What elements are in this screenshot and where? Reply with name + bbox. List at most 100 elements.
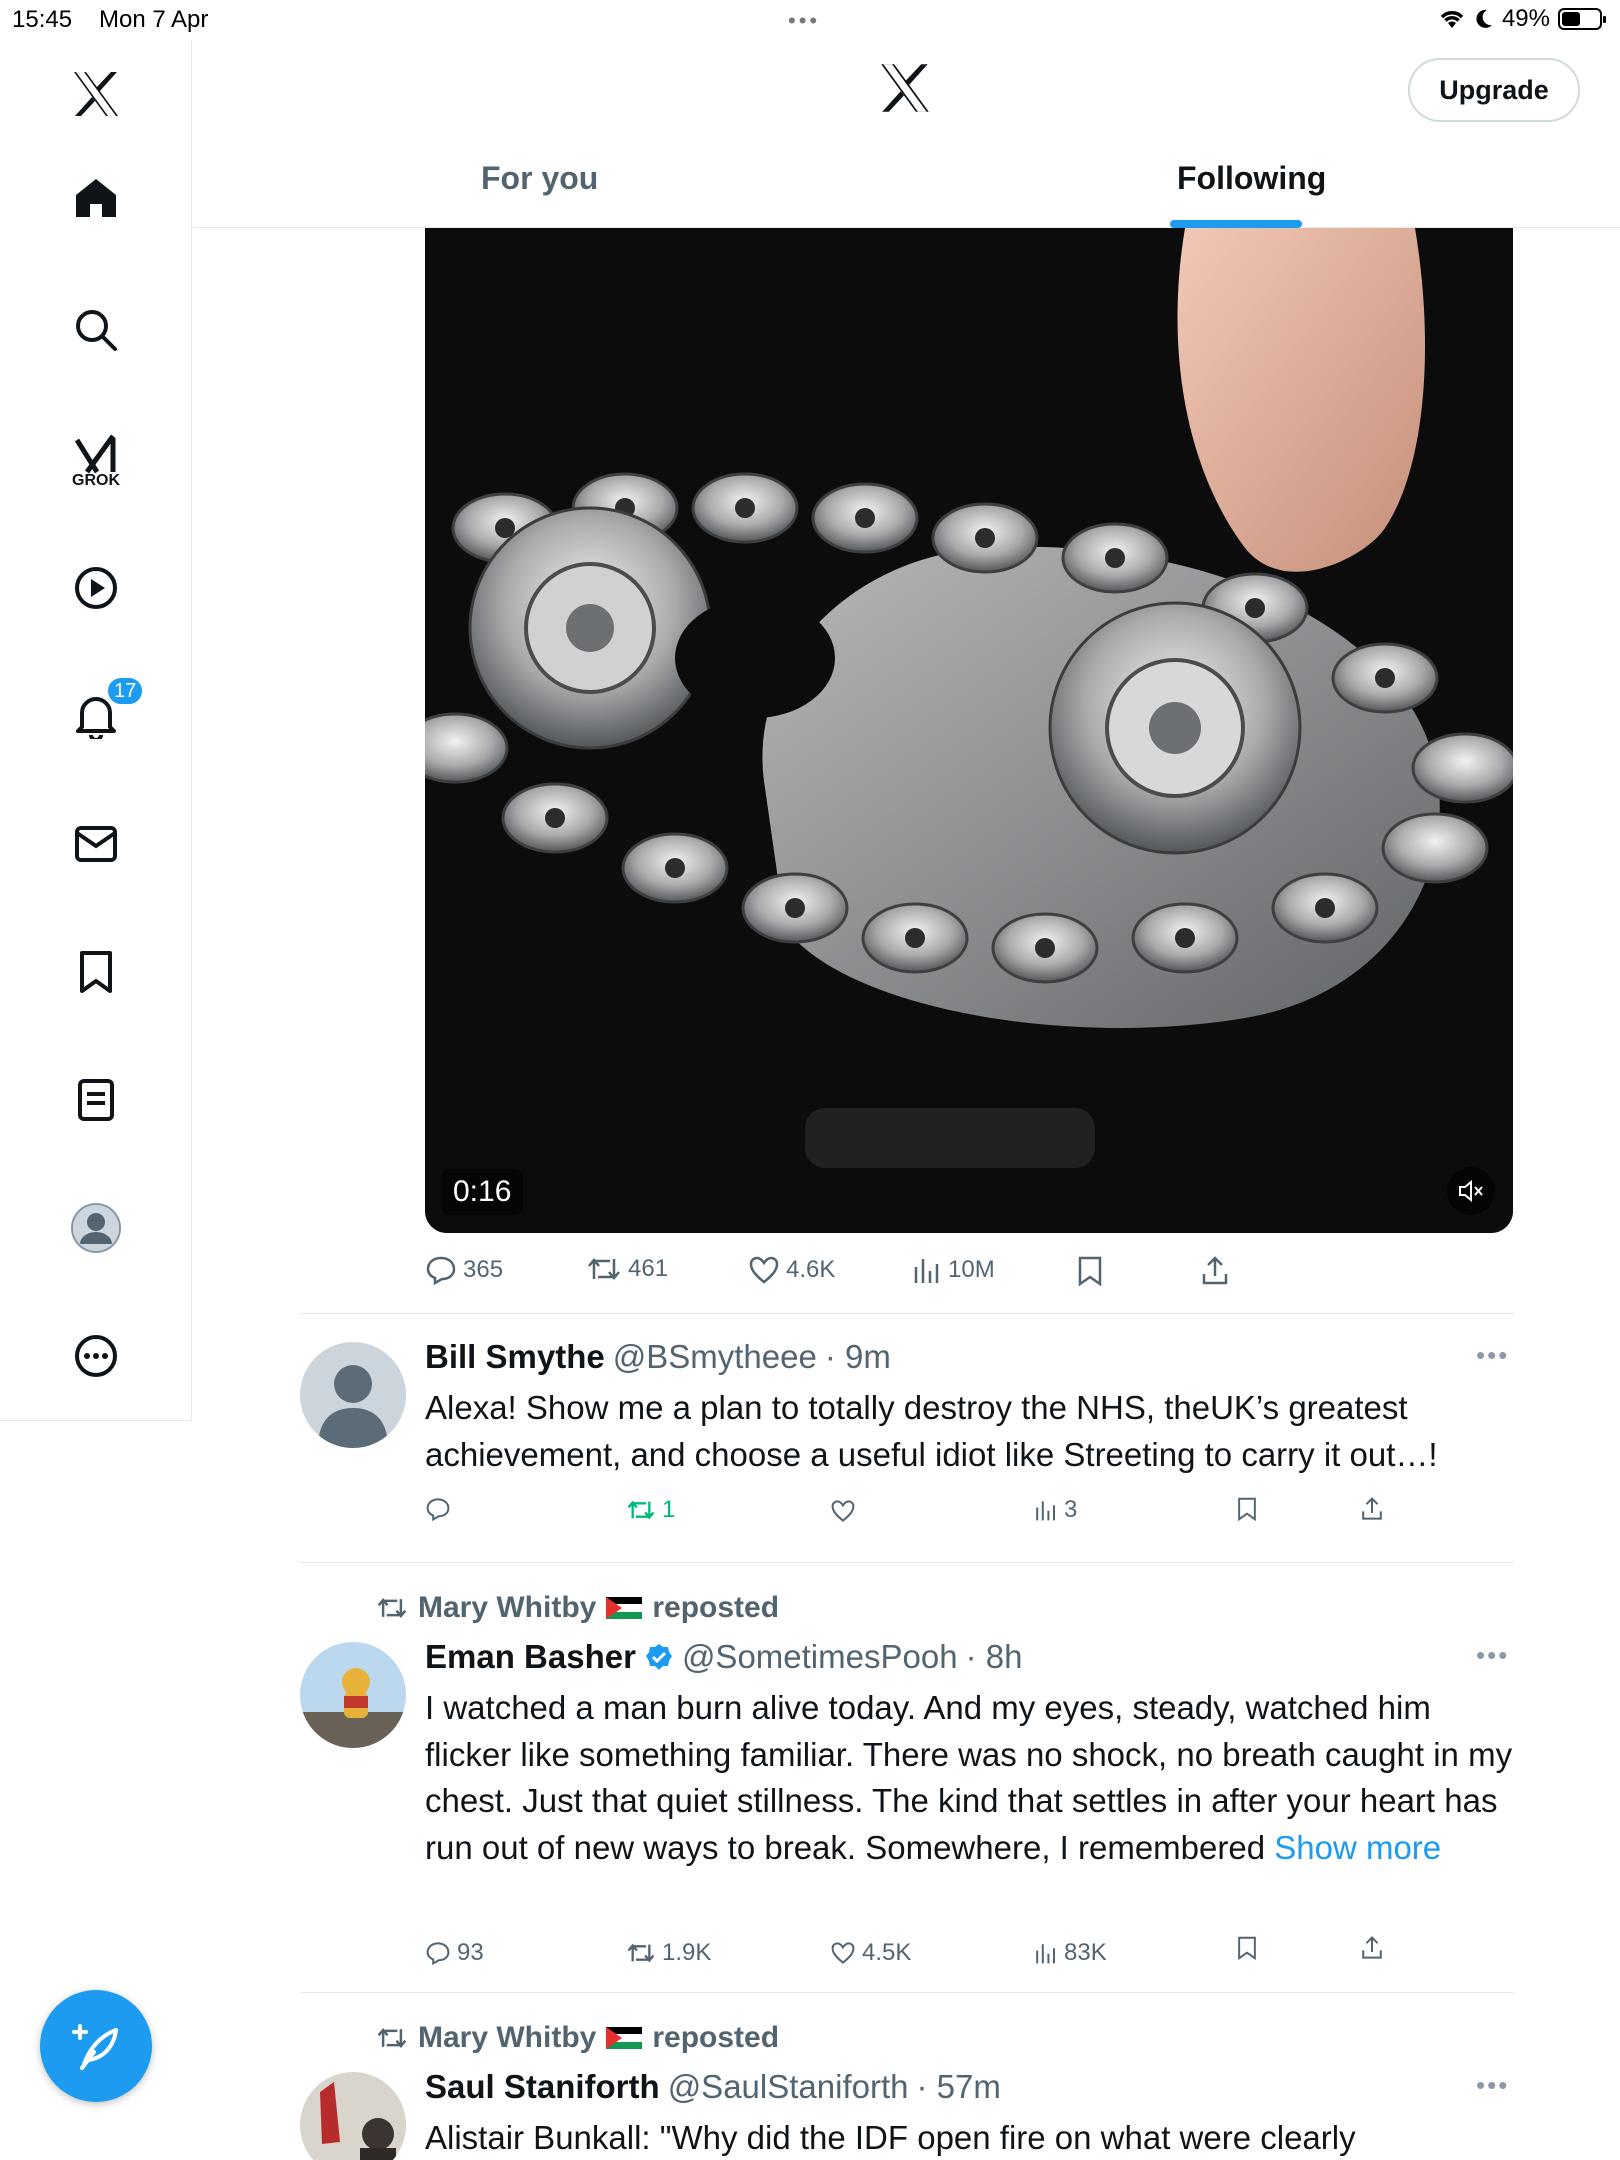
author-handle[interactable]: @SometimesPooh — [682, 1638, 958, 1676]
repost-count: 461 — [628, 1255, 669, 1282]
upgrade-button[interactable]: Upgrade — [1408, 58, 1580, 122]
battery-percent: 49% — [1501, 5, 1550, 32]
repost-attribution[interactable]: Mary Whitby reposted — [376, 2021, 779, 2055]
verified-badge-icon — [645, 1644, 672, 1670]
show-more-link[interactable]: Show more — [1274, 1829, 1441, 1866]
author-name[interactable]: Saul Staniforth — [425, 2068, 660, 2106]
profile-avatar-icon[interactable] — [64, 1196, 128, 1260]
repost-icon — [377, 1598, 407, 1618]
reply-button[interactable]: 93 — [425, 1939, 484, 1967]
repost-icon — [377, 2028, 407, 2048]
notifications-bell-icon[interactable]: 17 — [64, 676, 145, 748]
battery-fill — [1562, 12, 1580, 26]
bookmark-button[interactable] — [1076, 1255, 1104, 1287]
reposter-name[interactable]: Mary Whitby — [418, 2021, 596, 2055]
view-count: 10M — [948, 1256, 995, 1283]
lists-icon[interactable] — [64, 1068, 128, 1132]
heart-icon — [831, 1942, 855, 1964]
search-icon[interactable] — [64, 298, 128, 362]
sidebar: GROK 17 — [0, 40, 192, 1420]
bookmark-icon — [1078, 1256, 1102, 1287]
post-text: Alistair Bunkall: "Why did the IDF open … — [425, 2119, 1356, 2156]
post-time[interactable]: · 57m — [916, 2068, 1000, 2106]
like-button[interactable]: 4.5K — [830, 1939, 911, 1967]
speaker-muted-icon — [1459, 1179, 1483, 1203]
post-divider — [300, 1992, 1514, 1993]
share-button[interactable] — [1360, 1935, 1384, 1961]
repost-icon-active — [627, 1500, 655, 1520]
bookmark-button[interactable] — [1236, 1496, 1258, 1522]
share-icon — [1362, 1497, 1382, 1520]
x-logo-icon[interactable] — [878, 62, 932, 119]
like-count: 4.5K — [862, 1939, 912, 1966]
post-header: Eman Basher @SometimesPooh · 8h — [425, 1638, 1022, 1676]
avatar[interactable] — [300, 1642, 406, 1748]
reply-icon — [426, 1256, 456, 1285]
compose-post-button[interactable] — [40, 1990, 152, 2102]
grok-label: GROK — [72, 472, 120, 489]
status-date: Mon 7 Apr — [99, 6, 209, 33]
post-time[interactable]: · 9m — [825, 1338, 891, 1376]
palestine-flag-icon — [606, 1597, 643, 1619]
repost-button[interactable]: 461 — [586, 1255, 668, 1283]
repost-button[interactable]: 1.9K — [626, 1939, 711, 1967]
bookmarks-icon[interactable] — [64, 940, 128, 1004]
wifi-icon — [1440, 11, 1464, 28]
avatar-image — [300, 1642, 406, 1748]
views-button[interactable]: 10M — [912, 1255, 995, 1285]
battery-icon — [1558, 8, 1606, 30]
repost-attribution[interactable]: Mary Whitby reposted — [376, 1591, 779, 1625]
reply-button[interactable]: 365 — [425, 1255, 503, 1285]
reposter-name[interactable]: Mary Whitby — [418, 1591, 596, 1625]
status-time: 15:45 — [12, 6, 73, 33]
avatar[interactable] — [300, 1342, 406, 1448]
author-name[interactable]: Eman Basher — [425, 1638, 636, 1676]
repost-button[interactable]: 1 — [626, 1496, 675, 1524]
author-name[interactable]: Bill Smythe — [425, 1338, 605, 1376]
messages-envelope-icon[interactable] — [64, 812, 128, 876]
tab-following[interactable]: Following — [1177, 160, 1326, 197]
bookmark-icon — [1238, 1936, 1256, 1961]
repost-label: reposted — [652, 2021, 780, 2054]
repost-count: 1 — [662, 1496, 676, 1523]
avatar-image — [300, 2072, 406, 2160]
repost-label: reposted — [652, 1591, 780, 1624]
like-button[interactable] — [830, 1499, 862, 1523]
views-button[interactable]: 83K — [1034, 1939, 1107, 1967]
video-play-icon[interactable] — [64, 556, 128, 620]
x-logo-icon[interactable] — [64, 62, 128, 126]
mute-toggle-button[interactable] — [1447, 1167, 1495, 1215]
tab-for-you[interactable]: For you — [481, 160, 598, 197]
share-button[interactable] — [1200, 1255, 1230, 1287]
multitasking-dots-icon[interactable]: ••• — [788, 8, 820, 34]
heart-icon — [831, 1500, 855, 1522]
reply-icon — [426, 1942, 450, 1965]
more-options-icon[interactable] — [64, 1324, 128, 1388]
video-player[interactable]: 0:16 — [425, 228, 1513, 1233]
author-handle[interactable]: @SaulStaniforth — [668, 2068, 909, 2106]
like-count: 4.6K — [786, 1256, 836, 1283]
home-icon[interactable] — [64, 166, 128, 230]
bookmark-button[interactable] — [1236, 1935, 1258, 1961]
post-header: Saul Staniforth @SaulStaniforth · 57m — [425, 2068, 1001, 2106]
post-more-options-icon[interactable]: ••• — [1476, 2070, 1509, 2101]
reply-button[interactable] — [425, 1497, 457, 1521]
view-count: 3 — [1064, 1496, 1078, 1523]
post-time[interactable]: · 8h — [966, 1638, 1023, 1676]
like-button[interactable]: 4.6K — [748, 1255, 835, 1285]
grok-icon[interactable]: GROK — [64, 422, 128, 489]
moon-icon — [1476, 9, 1492, 28]
compose-feather-icon — [72, 2024, 118, 2070]
share-button[interactable] — [1360, 1496, 1384, 1522]
bookmark-icon — [1238, 1497, 1256, 1522]
heart-icon — [749, 1256, 779, 1284]
post-more-options-icon[interactable]: ••• — [1476, 1340, 1509, 1371]
sidebar-divider — [0, 1420, 192, 1421]
post-more-options-icon[interactable]: ••• — [1476, 1640, 1509, 1671]
reply-count: 365 — [463, 1256, 504, 1283]
views-button[interactable]: 3 — [1034, 1496, 1077, 1524]
repost-count: 1.9K — [662, 1939, 712, 1966]
avatar[interactable] — [300, 2072, 406, 2160]
post-text: Alexa! Show me a plan to totally destroy… — [425, 1389, 1438, 1473]
author-handle[interactable]: @BSmytheee — [613, 1338, 817, 1376]
